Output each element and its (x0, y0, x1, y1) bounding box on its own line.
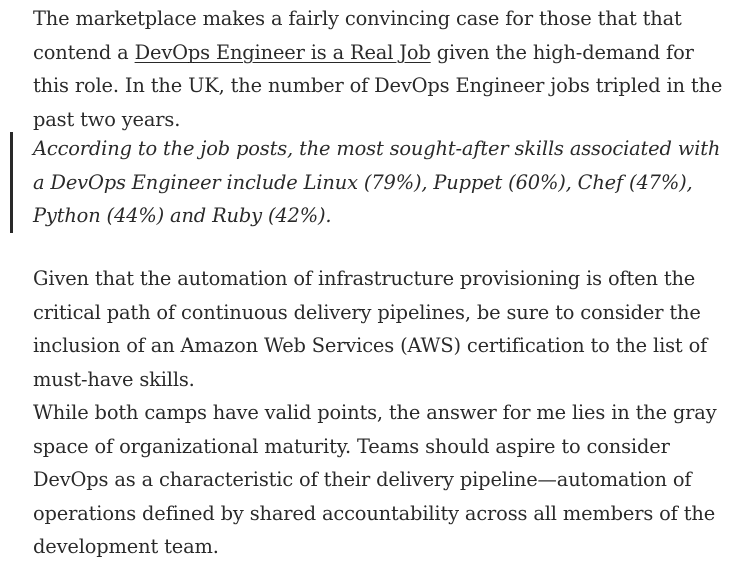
devops-engineer-real-job-link[interactable]: DevOps Engineer is a Real Job (135, 41, 431, 64)
paragraph-marketplace: The marketplace makes a fairly convincin… (33, 2, 733, 136)
paragraph-maturity: While both camps have valid points, the … (33, 401, 717, 558)
skills-blockquote: According to the job posts, the most sou… (10, 132, 733, 233)
paragraph-automation: Given that the automation of infrastruct… (33, 267, 708, 391)
